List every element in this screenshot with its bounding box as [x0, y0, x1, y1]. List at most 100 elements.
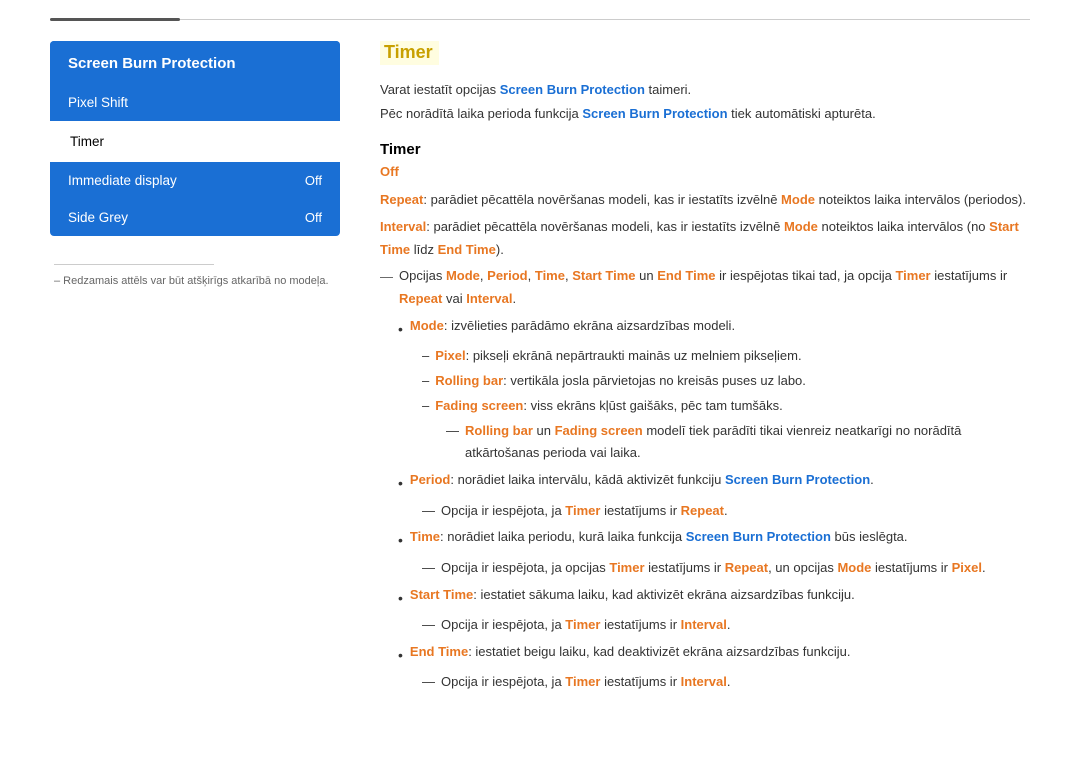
- sub-dash: –: [422, 345, 429, 368]
- end-time-label: End Time: [410, 644, 468, 659]
- interval-ref-1: Interval: [466, 291, 512, 306]
- repeat-line: Repeat: parādiet pēcattēla novēršanas mo…: [380, 189, 1030, 212]
- starttime-ref-2: Start Time: [572, 268, 635, 283]
- bullet-time-text: Time: norādiet laika periodu, kurā laika…: [410, 526, 908, 549]
- interval-ref-start: Interval: [681, 617, 727, 632]
- sidebar-item-label: Immediate display: [68, 173, 177, 188]
- screen-burn-ref-period: Screen Burn Protection: [725, 472, 870, 487]
- content-intro: Varat iestatīt opcijas Screen Burn Prote…: [380, 79, 1030, 125]
- sub-dash: –: [422, 395, 429, 418]
- content-area: Timer Varat iestatīt opcijas Screen Burn…: [380, 41, 1030, 698]
- note-indent-dash: —: [422, 671, 435, 694]
- bullet-dot: •: [398, 471, 403, 496]
- sidebar-item-side-grey[interactable]: Side Grey Off: [50, 199, 340, 236]
- bullet-time: • Time: norādiet laika periodu, kurā lai…: [398, 526, 1030, 553]
- note-indent-dash: —: [422, 500, 435, 523]
- interval-line: Interval: parādiet pēcattēla novēršanas …: [380, 216, 1030, 262]
- sidebar-item-value: Off: [305, 210, 322, 225]
- bullet-list: • Mode: izvēlieties parādāmo ekrāna aizs…: [398, 315, 1030, 694]
- time-ref-1: Time: [535, 268, 565, 283]
- note-start-time: — Opcija ir iespējota, ja Timer iestatīj…: [422, 614, 1030, 637]
- sub-pixel-text: Pixel: pikseļi ekrānā nepārtraukti mainā…: [435, 345, 801, 368]
- mode-ref-time: Mode: [837, 560, 871, 575]
- bullet-start-time: • Start Time: iestatiet sākuma laiku, ka…: [398, 584, 1030, 611]
- sidebar-panel: Screen Burn Protection Pixel Shift Timer…: [50, 41, 340, 236]
- endtime-ref-2: End Time: [657, 268, 715, 283]
- mode-ref-3: Mode: [446, 268, 480, 283]
- note-start-time-text: Opcija ir iespējota, ja Timer iestatījum…: [441, 614, 731, 637]
- bullet-dot: •: [398, 586, 403, 611]
- sidebar-item-label: Side Grey: [68, 210, 128, 225]
- intro-line-2: Pēc norādītā laika perioda funkcija Scre…: [380, 103, 1030, 125]
- fading-screen-label: Fading screen: [435, 398, 523, 413]
- note-text-1: Opcijas Mode, Period, Time, Start Time u…: [399, 265, 1030, 311]
- end-time-ref-1: End Time: [438, 242, 496, 257]
- rolling-bar-ref: Rolling bar: [465, 423, 533, 438]
- top-bar: [0, 0, 1080, 31]
- period-ref-1: Period: [487, 268, 527, 283]
- sub-pixel: – Pixel: pikseļi ekrānā nepārtraukti mai…: [422, 345, 1030, 368]
- interval-ref-end: Interval: [681, 674, 727, 689]
- note-indent-dash: —: [446, 420, 459, 443]
- sub-list-mode: – Pixel: pikseļi ekrānā nepārtraukti mai…: [422, 345, 1030, 465]
- sidebar-item-pixel-shift[interactable]: Pixel Shift: [50, 84, 340, 121]
- interval-label: Interval: [380, 219, 426, 234]
- sub-dash: –: [422, 370, 429, 393]
- sidebar-item-timer[interactable]: Timer: [50, 121, 340, 162]
- sidebar-item-label: Timer: [70, 134, 104, 149]
- note-indent-dash: —: [422, 614, 435, 637]
- sidebar-title: Screen Burn Protection: [50, 41, 340, 84]
- bullet-mode-text: Mode: izvēlieties parādāmo ekrāna aizsar…: [410, 315, 735, 338]
- bullet-end-time-text: End Time: iestatiet beigu laiku, kad dea…: [410, 641, 851, 664]
- bullet-dot: •: [398, 643, 403, 668]
- highlight-screen-burn-2: Screen Burn Protection: [582, 106, 727, 121]
- sidebar-note-divider: [54, 264, 214, 265]
- note-period-text: Opcija ir iespējota, ja Timer iestatījum…: [441, 500, 728, 523]
- highlight-screen-burn-1: Screen Burn Protection: [500, 82, 645, 97]
- sidebar-note-text: – Redzamais attēls var būt atšķirīgs atk…: [54, 275, 336, 287]
- note-indent-dash: —: [422, 557, 435, 580]
- rolling-bar-label: Rolling bar: [435, 373, 503, 388]
- mode-ref-1: Mode: [781, 192, 815, 207]
- mode-ref-2: Mode: [784, 219, 818, 234]
- repeat-ref-time: Repeat: [725, 560, 768, 575]
- top-bar-dark-line: [50, 18, 180, 21]
- note-rolling-fading: — Rolling bar un Fading screen modelī ti…: [446, 420, 1030, 466]
- repeat-label: Repeat: [380, 192, 423, 207]
- bullet-dot: •: [398, 317, 403, 342]
- bullet-mode: • Mode: izvēlieties parādāmo ekrāna aizs…: [398, 315, 1030, 342]
- timer-ref-start: Timer: [565, 617, 600, 632]
- sidebar-item-value: Off: [305, 173, 322, 188]
- note-rolling-fading-text: Rolling bar un Fading screen modelī tiek…: [465, 420, 1030, 466]
- bullet-end-time: • End Time: iestatiet beigu laiku, kad d…: [398, 641, 1030, 668]
- intro-line-1: Varat iestatīt opcijas Screen Burn Prote…: [380, 79, 1030, 101]
- pixel-label: Pixel: [435, 348, 465, 363]
- content-title: Timer: [380, 41, 439, 65]
- pixel-ref-time: Pixel: [952, 560, 982, 575]
- sidebar: Screen Burn Protection Pixel Shift Timer…: [50, 41, 340, 698]
- sidebar-item-immediate-display[interactable]: Immediate display Off: [50, 162, 340, 199]
- sub-rolling-bar: – Rolling bar: vertikāla josla pārvietoj…: [422, 370, 1030, 393]
- sub-fading-screen: – Fading screen: viss ekrāns kļūst gaišā…: [422, 395, 1030, 418]
- start-time-label: Start Time: [410, 587, 473, 602]
- timer-ref-period: Timer: [565, 503, 600, 518]
- repeat-ref-1: Repeat: [399, 291, 442, 306]
- main-content: Screen Burn Protection Pixel Shift Timer…: [0, 31, 1080, 718]
- note-time: — Opcija ir iespējota, ja opcijas Timer …: [422, 557, 1030, 580]
- note-options-line: — Opcijas Mode, Period, Time, Start Time…: [380, 265, 1030, 311]
- sub-rolling-text: Rolling bar: vertikāla josla pārvietojas…: [435, 370, 806, 393]
- screen-burn-ref-time: Screen Burn Protection: [686, 529, 831, 544]
- note-end-time-text: Opcija ir iespējota, ja Timer iestatījum…: [441, 671, 731, 694]
- timer-ref-time: Timer: [609, 560, 644, 575]
- bullet-dot: •: [398, 528, 403, 553]
- timer-ref-end: Timer: [565, 674, 600, 689]
- bullet-start-time-text: Start Time: iestatiet sākuma laiku, kad …: [410, 584, 855, 607]
- time-label: Time: [410, 529, 440, 544]
- section-heading: Timer: [380, 141, 1030, 158]
- note-period: — Opcija ir iespējota, ja Timer iestatīj…: [422, 500, 1030, 523]
- period-label: Period: [410, 472, 450, 487]
- sidebar-note: – Redzamais attēls var būt atšķirīgs atk…: [50, 264, 340, 287]
- mode-label: Mode: [410, 318, 444, 333]
- bullet-period: • Period: norādiet laika intervālu, kādā…: [398, 469, 1030, 496]
- status-off: Off: [380, 164, 1030, 179]
